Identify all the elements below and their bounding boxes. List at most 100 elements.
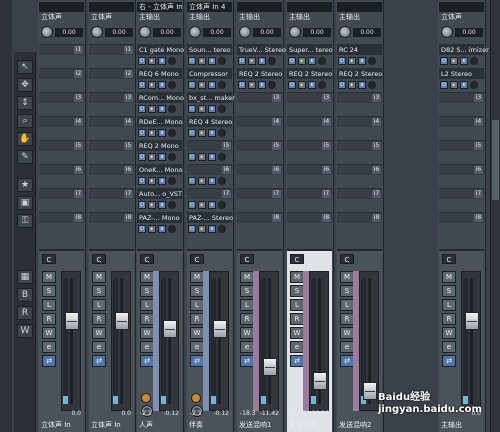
bypass-icon[interactable]: ▸ (148, 177, 156, 185)
channel-name[interactable]: 发送混响1 (237, 421, 282, 430)
volume-fader-track[interactable] (359, 271, 379, 411)
edit-icon[interactable]: e (158, 225, 166, 233)
volume-fader-handle[interactable] (213, 320, 227, 338)
scrollbar-thumb[interactable] (492, 120, 499, 200)
bypass-icon[interactable]: ▸ (198, 225, 206, 233)
power-icon[interactable]: ⏻ (440, 57, 448, 65)
mute-button[interactable]: M (190, 271, 204, 283)
channel-input-routing[interactable] (89, 2, 134, 12)
power-icon[interactable]: ⏻ (238, 81, 246, 89)
bypass-icon[interactable]: ▸ (198, 153, 206, 161)
volume-fader-track[interactable] (111, 271, 131, 411)
insert-slot[interactable]: REQ 2 Stereo (287, 68, 332, 79)
insert-slot[interactable]: TrueV... Stereo (237, 44, 286, 55)
monitor-button[interactable]: ⇄ (290, 355, 304, 367)
solo-button[interactable]: S (140, 285, 154, 297)
bypass-icon[interactable]: ▸ (148, 225, 156, 233)
pencil-icon[interactable]: ✎ (17, 150, 33, 164)
volume-fader-track[interactable] (461, 271, 481, 411)
power-icon[interactable]: ⏻ (188, 177, 196, 185)
edit-button[interactable]: e (240, 341, 254, 353)
gain-value[interactable]: 0.00 (303, 28, 331, 37)
volume-fader-handle[interactable] (465, 312, 479, 330)
insert-slot[interactable]: REQ 2 Stereo (337, 68, 382, 79)
read-button[interactable]: R (92, 313, 106, 325)
edit-icon[interactable]: e (258, 57, 266, 65)
record-icon[interactable] (191, 393, 201, 403)
power-icon[interactable]: ⏻ (288, 81, 296, 89)
gain-value[interactable]: 0.00 (253, 28, 281, 37)
edit-button[interactable]: e (442, 341, 456, 353)
listen-button[interactable]: L (92, 299, 106, 311)
listen-button[interactable]: L (442, 299, 456, 311)
read-button[interactable]: R (42, 313, 56, 325)
channel-output-routing[interactable]: 立体声 (439, 12, 484, 22)
pan-center-label[interactable]: C (190, 254, 204, 264)
channel-output-routing[interactable]: 主输出 (187, 12, 232, 22)
mute-button[interactable]: M (42, 271, 56, 283)
power-icon[interactable]: ⏻ (188, 105, 196, 113)
write-button[interactable]: W (42, 327, 56, 339)
insert-slot[interactable]: i3 (89, 92, 134, 103)
solo-button[interactable]: S (240, 285, 254, 297)
edit-icon[interactable]: e (258, 81, 266, 89)
insert-slot[interactable]: D82 S... imizer (439, 44, 489, 55)
gain-value[interactable]: 0.00 (55, 28, 83, 37)
listen-button[interactable]: L (240, 299, 254, 311)
edit-icon[interactable]: e (308, 81, 316, 89)
mute-button[interactable]: M (340, 271, 354, 283)
dropdown-icon[interactable] (218, 177, 226, 185)
listen-button[interactable]: L (42, 299, 56, 311)
edit-icon[interactable]: e (358, 57, 366, 65)
power-icon[interactable]: ⏻ (288, 57, 296, 65)
edit-button[interactable]: e (140, 341, 154, 353)
edit-button[interactable]: e (42, 341, 56, 353)
mute-button[interactable]: M (290, 271, 304, 283)
mute-button[interactable]: M (442, 271, 456, 283)
dropdown-icon[interactable] (218, 81, 226, 89)
listen-button[interactable]: L (190, 299, 204, 311)
insert-slot[interactable]: i6 (187, 164, 232, 175)
power-icon[interactable]: ⏻ (138, 129, 146, 137)
volume-fader-track[interactable] (209, 271, 229, 411)
hand-icon[interactable]: ✋ (17, 132, 33, 146)
insert-slot[interactable]: RDeE... Mono (137, 116, 183, 127)
write-button[interactable]: W (190, 327, 204, 339)
dropdown-icon[interactable] (218, 225, 226, 233)
insert-slot[interactable]: i5 (39, 140, 84, 151)
write-button[interactable]: W (140, 327, 154, 339)
insert-slot[interactable]: REQ 4 Stereo (187, 116, 232, 127)
dropdown-icon[interactable] (218, 153, 226, 161)
edit-icon[interactable]: e (208, 57, 216, 65)
insert-slot[interactable]: i1 (39, 44, 84, 55)
pan-center-label[interactable]: C (42, 254, 56, 264)
monitor-button[interactable]: ⇄ (340, 355, 354, 367)
edit-icon[interactable]: e (460, 57, 468, 65)
write-button[interactable]: W (92, 327, 106, 339)
dropdown-icon[interactable] (168, 57, 176, 65)
bypass-icon[interactable]: ▸ (148, 201, 156, 209)
insert-slot[interactable]: i6 (439, 164, 484, 175)
channel-input-routing[interactable] (337, 2, 382, 12)
monitor-button[interactable]: ⇄ (442, 355, 456, 367)
dropdown-icon[interactable] (168, 105, 176, 113)
move-icon[interactable]: ✥ (17, 78, 33, 92)
insert-slot[interactable]: i4 (39, 116, 84, 127)
power-icon[interactable]: ⏻ (138, 57, 146, 65)
volume-fader-track[interactable] (61, 271, 81, 411)
insert-slot[interactable]: C1 gate Mono (137, 44, 184, 55)
w-button[interactable]: W (17, 324, 33, 338)
key-icon[interactable]: ⚿ (17, 214, 33, 228)
edit-icon[interactable]: e (208, 225, 216, 233)
volume-fader-handle[interactable] (313, 372, 327, 390)
dropdown-icon[interactable] (168, 201, 176, 209)
channel-name[interactable]: 立体声 In (39, 421, 84, 430)
monitor-button[interactable]: ⇄ (92, 355, 106, 367)
gain-value[interactable]: 0.00 (105, 28, 133, 37)
bypass-icon[interactable]: ▸ (198, 201, 206, 209)
edit-icon[interactable]: e (158, 201, 166, 209)
gain-value[interactable]: 0.00 (353, 28, 381, 37)
channel-output-routing[interactable]: 主输出 (287, 12, 332, 22)
edit-icon[interactable]: e (158, 81, 166, 89)
pan-center-label[interactable]: C (290, 254, 304, 264)
